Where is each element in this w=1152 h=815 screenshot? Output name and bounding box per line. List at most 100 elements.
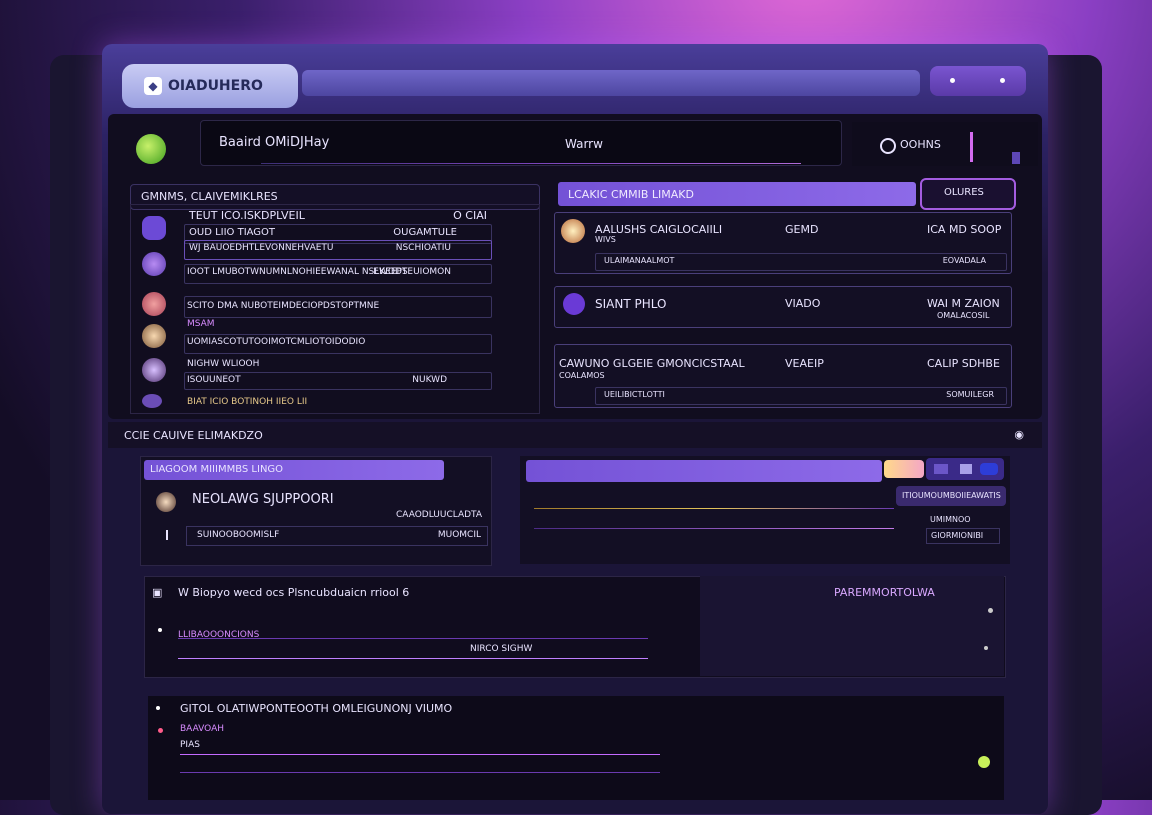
dot-icon xyxy=(1000,78,1005,83)
section-header: CCIE CAUIVE ELIMAKDZO ◉ xyxy=(108,422,1042,448)
list-item[interactable]: WJ BAUOEDHTLEVONNEHVAETU NSCHIOATIU xyxy=(184,240,492,260)
list-item[interactable]: MSAM xyxy=(184,318,492,334)
divider xyxy=(970,132,973,162)
list-item[interactable]: SCITO DMA NUBOTEIMDECIOPDSTOPTMNE xyxy=(184,296,492,318)
search-underline xyxy=(261,163,801,164)
list-item-label: WJ BAUOEDHTLEVONNEHVAETU xyxy=(189,243,334,253)
card-status: VIADO xyxy=(785,297,821,310)
feed2-tag: BAAVOAH xyxy=(180,724,225,734)
card-sub: COALAMOS xyxy=(559,371,605,380)
list-item-value: EWODTEUIOMON xyxy=(373,267,451,277)
address-bar[interactable] xyxy=(302,70,920,96)
support-tab[interactable]: LIAGOOM MIIIMMBS LINGO xyxy=(144,460,444,480)
cards-header-title: LCAKIC CMMIB LIMAKD xyxy=(568,188,694,201)
brand-label: OIADUHERO xyxy=(168,78,263,94)
user-avatar[interactable] xyxy=(136,134,166,164)
support-row[interactable]: SUINOOBOOMISLF MUOMCIL xyxy=(186,526,488,546)
feed-row-mid: NIRCO SIGHW xyxy=(470,644,533,654)
list-item-label: ISOUUNEOT xyxy=(187,375,241,385)
activity-badge-label: GIORMIONIBI xyxy=(931,531,984,540)
list-item-label: OUD LIIO TIAGOT xyxy=(189,227,276,238)
card-status: GEMD xyxy=(785,223,819,236)
card-sub: WIVS xyxy=(595,235,616,244)
contact-card[interactable]: AALUSHS CAIGLOCAIILI WIVS GEMD ICA MD SO… xyxy=(554,212,1012,274)
list-item[interactable]: IOOT LMUBOTWNUMNLNOHIEEWANAL NSLKEEPS EW… xyxy=(184,264,492,284)
card-subrow-right: EOVADALA xyxy=(942,256,986,265)
cards-action-button[interactable]: OLURES xyxy=(920,178,1016,210)
list-item[interactable]: NIGHW WLIOOH xyxy=(184,356,492,372)
search-input[interactable]: Baaird OMiDJHay Warrw xyxy=(200,120,842,166)
contact-card[interactable]: CAWUNO GLGEIE GMONCICSTAAL COALAMOS VEAE… xyxy=(554,344,1012,408)
avatar xyxy=(142,216,166,240)
cards-action-label: OLURES xyxy=(944,187,984,198)
toggle-icon[interactable] xyxy=(934,464,948,474)
support-row-left: SUINOOBOOMISLF xyxy=(197,530,280,540)
activity-badge[interactable]: ITIOUMOUMBOIIEAWATIS xyxy=(896,486,1006,506)
bullet-icon xyxy=(984,646,988,650)
activity-line xyxy=(534,528,894,529)
list-item[interactable]: BIAT ICIO BOTINOH IIEO LII xyxy=(184,396,492,412)
activity-controls[interactable] xyxy=(926,458,1004,480)
logo-icon: ◆ xyxy=(144,77,162,95)
circle-icon[interactable] xyxy=(880,138,896,154)
list-item-label: UOMIASCOTUTOOIMOTCMLIOTOIDODIO xyxy=(187,337,366,347)
activity-badge-label: UMIMNOO xyxy=(930,515,971,524)
expand-icon[interactable]: ◉ xyxy=(1014,428,1024,441)
feed-right-title: PAREMMORTOLWA xyxy=(834,586,935,599)
toggle-icon[interactable] xyxy=(980,463,998,475)
contact-card[interactable]: SIANT PHLO VIADO WAI M ZAION OMALACOSIL xyxy=(554,286,1012,328)
card-value: WAI M ZAION xyxy=(927,297,1000,310)
list-item-label: SCITO DMA NUBOTEIMDECIOPDSTOPTMNE xyxy=(187,301,380,311)
bullet-icon xyxy=(158,628,162,632)
cards-header: LCAKIC CMMIB LIMAKD xyxy=(558,182,916,206)
activity-badge[interactable]: GIORMIONIBI xyxy=(926,528,1000,544)
window-control-button[interactable] xyxy=(930,66,1026,96)
support-title: NEOLAWG SJUPPOORI xyxy=(192,492,334,507)
card-subrow: ULAIMANAALMOT EOVADALA xyxy=(595,253,1007,271)
list-item-label: TEUT ICO.ISKDPLVEIL xyxy=(189,209,305,222)
list-item[interactable]: UOMIASCOTUTOOIMOTCMLIOTOIDODIO xyxy=(184,334,492,354)
list-item-label: NIGHW WLIOOH xyxy=(187,359,260,369)
bullet-icon xyxy=(158,728,163,733)
list-item-value: O CIAI xyxy=(453,209,487,222)
card-value: ICA MD SOOP xyxy=(927,223,1002,236)
avatar xyxy=(142,358,166,382)
bullet-icon xyxy=(156,706,160,710)
list-item-value: OUGAMTULE xyxy=(393,227,457,238)
list-item-value: NUKWD xyxy=(412,375,447,385)
bullet-icon xyxy=(166,530,168,540)
status-dot xyxy=(978,756,990,768)
card-subrow-right: SOMUILEGR xyxy=(946,390,994,399)
support-caption: CAAODLUUCLADTA xyxy=(396,510,482,520)
list-item[interactable]: TEUT ICO.ISKDPLVEIL O CIAI xyxy=(184,206,492,226)
card-subrow: UEILIBICTLOTTI SOMUILEGR xyxy=(595,387,1007,405)
activity-line xyxy=(534,508,894,509)
avatar xyxy=(142,324,166,348)
search-center-text: Warrw xyxy=(565,137,603,151)
avatar xyxy=(156,492,176,512)
search-left-text: Baaird OMiDJHay xyxy=(219,135,330,150)
avatar xyxy=(142,292,166,316)
feed-line xyxy=(178,658,648,659)
avatar xyxy=(142,394,162,408)
support-row-right: MUOMCIL xyxy=(437,530,481,540)
avatar xyxy=(561,219,585,243)
card-subrow-right: OMALACOSIL xyxy=(937,311,990,320)
card-name: SIANT PHLO xyxy=(595,297,667,311)
bullet-icon xyxy=(988,608,993,613)
list-header-title: GMNMS, CLAIVEMIKLRES xyxy=(141,190,278,203)
card-status: VEAEIP xyxy=(785,357,824,370)
options-label[interactable]: OOHNS xyxy=(900,138,941,151)
card-value: CALIP SDHBE xyxy=(927,357,1000,370)
brand-button[interactable]: ◆ OIADUHERO xyxy=(122,64,298,108)
feed-title: W Biopyo wecd ocs Plsncubduaicn rriool 6 xyxy=(178,586,410,599)
dot-icon xyxy=(950,78,955,83)
toggle-icon[interactable] xyxy=(960,464,972,474)
options-area: OOHNS xyxy=(852,122,1038,166)
feed2-title: GITOL OLATIWPONTEOOTH OMLEIGUNONJ VIUMO xyxy=(180,702,453,715)
menu-icon[interactable] xyxy=(1012,152,1020,164)
list-item-label: BIAT ICIO BOTINOH IIEO LII xyxy=(187,397,308,407)
activity-chip[interactable] xyxy=(884,460,924,478)
list-item[interactable]: ISOUUNEOT NUKWD xyxy=(184,372,492,390)
section-title: CCIE CAUIVE ELIMAKDZO xyxy=(124,429,263,442)
